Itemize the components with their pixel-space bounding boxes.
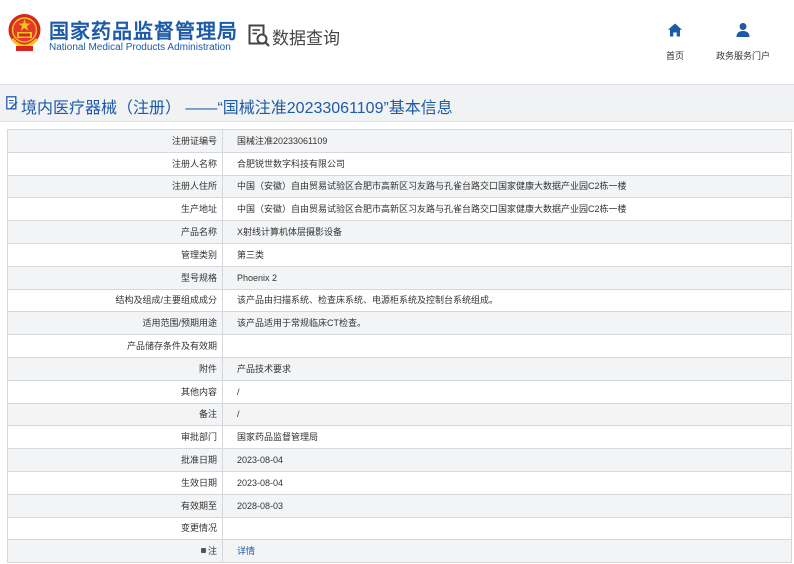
field-label: 注册人住所 xyxy=(7,174,223,199)
nav-service-portal[interactable]: 政务服务门户 xyxy=(708,22,778,62)
data-query-label: 数据查询 xyxy=(272,28,340,48)
field-label: 生产地址 xyxy=(7,197,223,222)
field-label: 产品储存条件及有效期 xyxy=(7,334,223,358)
table-row: 适用范围/预期用途 该产品适用于常规临床CT检查。 xyxy=(7,311,792,336)
document-search-icon xyxy=(248,24,270,47)
table-row: 备注 / xyxy=(7,402,792,427)
page-title-bar: 境内医疗器械（注册） ——“国械注准20233061109”基本信息 xyxy=(0,84,794,122)
field-label: 变更情况 xyxy=(7,516,223,541)
home-icon xyxy=(668,23,682,37)
nav-service-portal-label: 政务服务门户 xyxy=(715,51,770,61)
table-row: 注册证编号 国械注准20233061109 xyxy=(7,129,792,153)
table-row: 审批部门 国家药品监督管理局 xyxy=(7,425,792,450)
field-label-note: 注 xyxy=(7,539,223,564)
field-label: 适用范围/预期用途 xyxy=(7,311,223,336)
document-edit-icon xyxy=(6,96,18,110)
field-label: 其他内容 xyxy=(7,379,223,404)
registration-info-table: 注册证编号 国械注准20233061109 注册人名称 合肥锐世数字科技有限公司 注册人… xyxy=(7,129,792,564)
table-row-note: 注 详情 xyxy=(7,539,792,564)
field-value: 2023-08-04 xyxy=(222,470,792,495)
field-label: 审批部门 xyxy=(7,425,223,450)
table-row: 产品储存条件及有效期 xyxy=(7,334,792,358)
field-value: 2028-08-03 xyxy=(222,493,792,518)
field-value: / xyxy=(222,379,792,404)
field-value: 产品技术要求 xyxy=(222,356,792,381)
field-value: 第三类 xyxy=(222,242,792,267)
table-row: 结构及组成/主要组成成分 该产品由扫描系统、检查床系统、电源柜系统及控制台系统组成… xyxy=(7,288,792,313)
field-value: 中国（安徽）自由贸易试验区合肥市高新区习友路与孔雀台路交口国家健康大数据产业园C… xyxy=(222,197,792,222)
field-value xyxy=(222,334,792,358)
table-row: 变更情况 xyxy=(7,516,792,541)
table-row: 注册人住所 中国（安徽）自由贸易试验区合肥市高新区习友路与孔雀台路交口国家健康大数… xyxy=(7,174,792,199)
field-value: 中国（安徽）自由贸易试验区合肥市高新区习友路与孔雀台路交口国家健康大数据产业园C… xyxy=(222,174,792,199)
field-value: 合肥锐世数字科技有限公司 xyxy=(222,151,792,176)
field-value: 该产品适用于常规临床CT检查。 xyxy=(222,311,792,336)
field-label: 批准日期 xyxy=(7,448,223,472)
table-row: 有效期至 2028-08-03 xyxy=(7,493,792,518)
field-value-note: 详情 xyxy=(222,539,792,564)
table-row: 批准日期 2023-08-04 xyxy=(7,448,792,472)
field-value: 2023-08-04 xyxy=(222,448,792,472)
field-label: 型号规格 xyxy=(7,265,223,290)
field-label: 管理类别 xyxy=(7,242,223,267)
field-label: 结构及组成/主要组成成分 xyxy=(7,288,223,313)
user-icon xyxy=(736,23,750,37)
table-row: 型号规格 Phoenix 2 xyxy=(7,265,792,290)
field-value: X射线计算机体层摄影设备 xyxy=(222,220,792,244)
nav-home-label: 首页 xyxy=(665,51,684,61)
field-label: 产品名称 xyxy=(7,220,223,244)
data-query-link[interactable]: 数据查询 xyxy=(248,24,340,48)
details-link[interactable]: 详情 xyxy=(237,546,255,556)
org-name: 国家药品监督管理局 xyxy=(49,21,238,43)
page-title: 境内医疗器械（注册） ——“国械注准20233061109”基本信息 xyxy=(21,100,453,117)
table-row: 注册人名称 合肥锐世数字科技有限公司 xyxy=(7,151,792,176)
site-header: 国家药品监督管理局 National Medical Products Admi… xyxy=(0,0,794,74)
field-label: 注册证编号 xyxy=(7,129,223,153)
field-label: 生效日期 xyxy=(7,470,223,495)
national-emblem-icon xyxy=(8,14,41,51)
table-row: 附件 产品技术要求 xyxy=(7,356,792,381)
note-label: 注 xyxy=(207,546,217,557)
field-value: 国家药品监督管理局 xyxy=(222,425,792,450)
lock-icon xyxy=(200,548,206,554)
field-label: 备注 xyxy=(7,402,223,427)
table-row: 管理类别 第三类 xyxy=(7,242,792,267)
field-value: 该产品由扫描系统、检查床系统、电源柜系统及控制台系统组成。 xyxy=(222,288,792,313)
org-name-english: National Medical Products Administration xyxy=(49,42,231,53)
table-row: 其他内容 / xyxy=(7,379,792,404)
field-value: Phoenix 2 xyxy=(222,265,792,290)
table-row: 生产地址 中国（安徽）自由贸易试验区合肥市高新区习友路与孔雀台路交口国家健康大数据… xyxy=(7,197,792,222)
field-label: 附件 xyxy=(7,356,223,381)
field-label: 有效期至 xyxy=(7,493,223,518)
table-row: 生效日期 2023-08-04 xyxy=(7,470,792,495)
field-value: 国械注准20233061109 xyxy=(222,129,792,153)
field-label: 注册人名称 xyxy=(7,151,223,176)
field-value: / xyxy=(222,402,792,427)
field-value xyxy=(222,516,792,541)
nav-home[interactable]: 首页 xyxy=(640,22,710,62)
table-row: 产品名称 X射线计算机体层摄影设备 xyxy=(7,220,792,244)
